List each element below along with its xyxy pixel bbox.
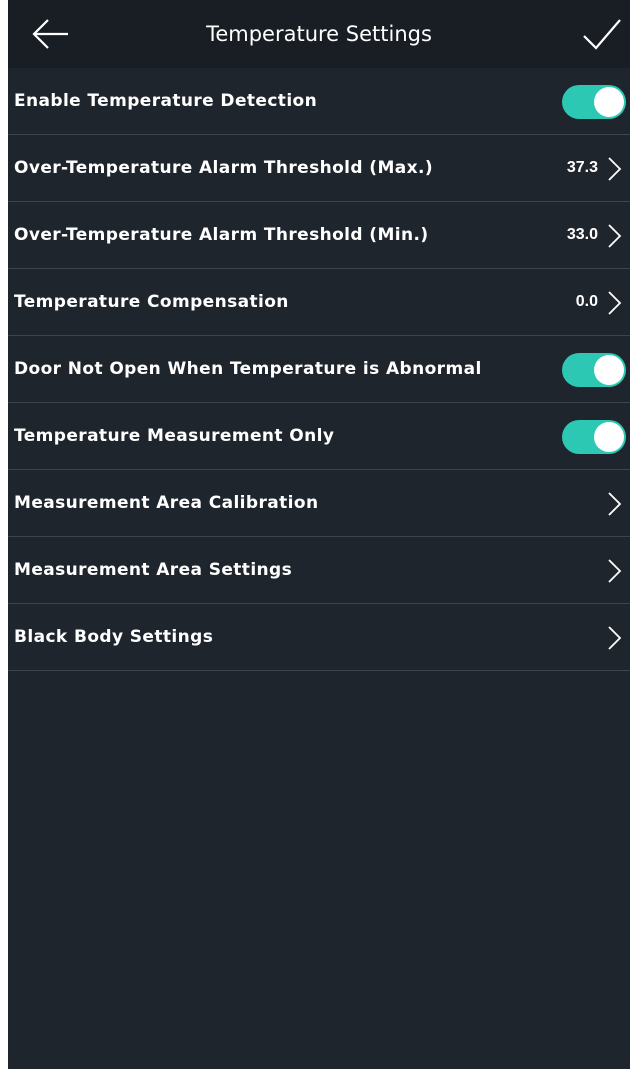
setting-label: Door Not Open When Temperature is Abnorm… — [14, 359, 482, 379]
setting-row-alarm-threshold-min[interactable]: Over-Temperature Alarm Threshold (Min.) … — [8, 202, 630, 269]
setting-label: Enable Temperature Detection — [14, 91, 318, 111]
chevron-right-icon — [608, 224, 622, 248]
chevron-right-icon — [608, 291, 622, 315]
setting-label: Over-Temperature Alarm Threshold (Min.) — [14, 225, 429, 245]
setting-label: Over-Temperature Alarm Threshold (Max.) — [14, 158, 434, 178]
checkmark-icon — [583, 19, 621, 50]
chevron-right-icon — [608, 626, 622, 650]
setting-row-alarm-threshold-max[interactable]: Over-Temperature Alarm Threshold (Max.) … — [8, 135, 630, 202]
setting-label: Black Body Settings — [14, 627, 214, 647]
confirm-button[interactable] — [576, 10, 626, 58]
alarm-threshold-max-value: 37.3 — [566, 159, 598, 176]
setting-row-measurement-area-calibration[interactable]: Measurement Area Calibration — [8, 470, 630, 537]
arrow-left-icon — [32, 19, 68, 49]
setting-label: Temperature Measurement Only — [14, 426, 335, 446]
temperature-compensation-value: 0.0 — [575, 293, 598, 310]
temperature-settings-screen: Temperature Settings Enable Temperature … — [8, 0, 630, 1069]
door-not-open-abnormal-toggle[interactable] — [562, 353, 626, 387]
back-button[interactable] — [24, 10, 74, 58]
toggle-knob — [594, 422, 624, 452]
setting-row-black-body-settings[interactable]: Black Body Settings — [8, 604, 630, 671]
setting-row-measurement-area-settings[interactable]: Measurement Area Settings — [8, 537, 630, 604]
setting-row-door-not-open-abnormal[interactable]: Door Not Open When Temperature is Abnorm… — [8, 336, 630, 403]
enable-temperature-detection-toggle[interactable] — [562, 85, 626, 119]
setting-row-temperature-measurement-only[interactable]: Temperature Measurement Only — [8, 403, 630, 470]
page-title: Temperature Settings — [206, 22, 432, 46]
setting-label: Temperature Compensation — [14, 292, 289, 312]
setting-label: Measurement Area Settings — [14, 560, 293, 580]
toggle-knob — [594, 355, 624, 385]
chevron-right-icon — [608, 157, 622, 181]
setting-row-temperature-compensation[interactable]: Temperature Compensation 0.0 — [8, 269, 630, 336]
alarm-threshold-min-value: 33.0 — [566, 226, 598, 243]
setting-row-enable-temperature-detection[interactable]: Enable Temperature Detection — [8, 68, 630, 135]
toggle-knob — [594, 87, 624, 117]
settings-list: Enable Temperature Detection Over-Temper… — [8, 68, 630, 671]
header-bar: Temperature Settings — [8, 0, 630, 68]
temperature-measurement-only-toggle[interactable] — [562, 420, 626, 454]
setting-label: Measurement Area Calibration — [14, 493, 319, 513]
chevron-right-icon — [608, 559, 622, 583]
chevron-right-icon — [608, 492, 622, 516]
